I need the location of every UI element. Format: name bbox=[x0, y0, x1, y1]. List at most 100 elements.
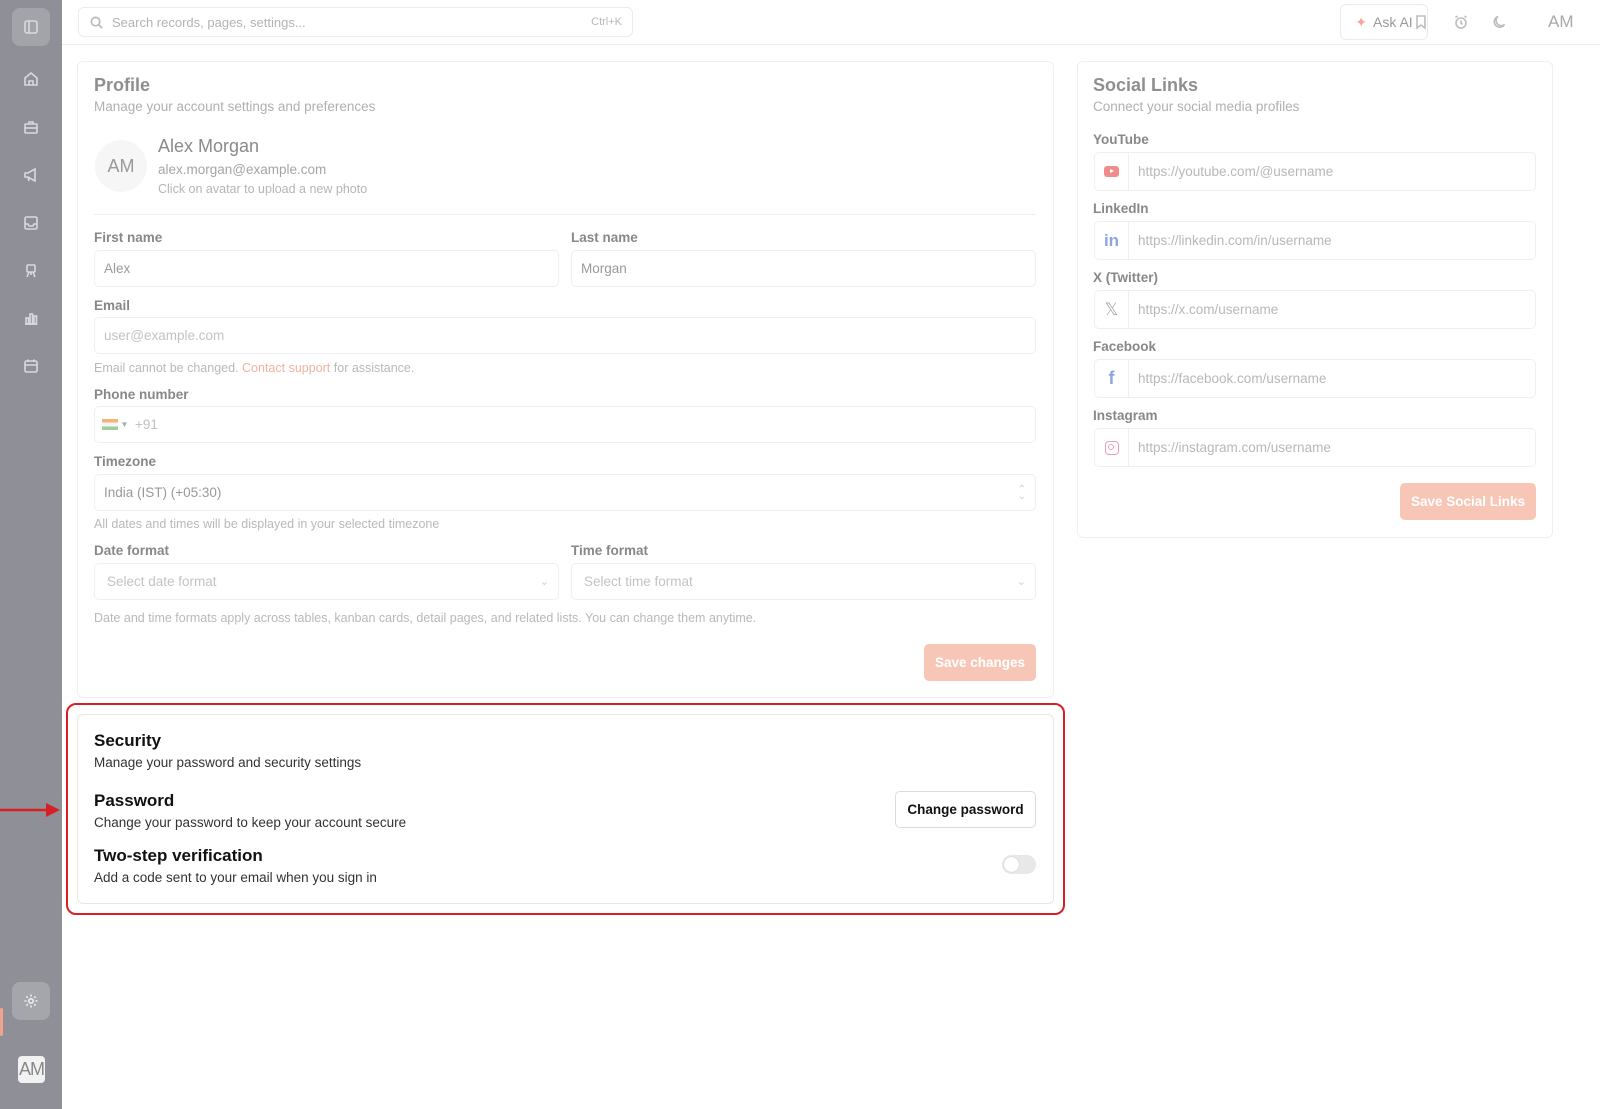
password-subtitle: Change your password to keep your accoun… bbox=[94, 815, 407, 830]
search-input[interactable]: Search records, pages, settings... Ctrl+… bbox=[78, 7, 633, 37]
profile-email: alex.morgan@example.com bbox=[158, 162, 327, 177]
sparkle-icon: ✦ bbox=[1355, 13, 1368, 30]
linkedin-icon: in bbox=[1095, 222, 1129, 259]
divider bbox=[94, 214, 1036, 215]
time-format-label: Time format bbox=[571, 543, 649, 558]
timezone-value: India (IST) (+05:30) bbox=[104, 485, 222, 500]
facebook-label: Facebook bbox=[1093, 339, 1157, 354]
moon-icon bbox=[1493, 15, 1506, 28]
avatar-hint: Click on avatar to upload a new photo bbox=[158, 182, 368, 196]
sidebar-item-settings[interactable] bbox=[12, 982, 50, 1020]
arrow-right-icon bbox=[0, 803, 60, 817]
chevron-down-icon: ⌄ bbox=[539, 576, 549, 588]
date-format-label: Date format bbox=[94, 543, 170, 558]
phone-input[interactable]: ▼ +91 bbox=[94, 406, 1036, 443]
easel-icon bbox=[26, 264, 36, 278]
panel-toggle-button[interactable] bbox=[12, 8, 50, 46]
first-name-label: First name bbox=[94, 230, 163, 245]
timezone-select[interactable]: India (IST) (+05:30) ⌃ ⌄ bbox=[94, 474, 1036, 511]
twostep-subtitle: Add a code sent to your email when you s… bbox=[94, 870, 377, 885]
save-social-links-button[interactable]: Save Social Links bbox=[1400, 483, 1536, 520]
linkedin-input[interactable]: in https://linkedin.com/in/username bbox=[1094, 221, 1536, 260]
youtube-icon-box bbox=[1095, 153, 1129, 190]
twitter-label: X (Twitter) bbox=[1093, 270, 1158, 285]
chevron-updown-icon: ⌃ ⌄ bbox=[1017, 483, 1026, 502]
user-menu[interactable]: AM bbox=[1548, 12, 1574, 32]
password-title: Password bbox=[94, 791, 175, 810]
contact-support-link[interactable]: Contact support bbox=[242, 361, 330, 375]
timezone-label: Timezone bbox=[94, 454, 157, 469]
email-field: user@example.com bbox=[94, 317, 1036, 354]
twitter-placeholder: https://x.com/username bbox=[1138, 302, 1279, 317]
time-format-placeholder: Select time format bbox=[584, 574, 693, 589]
india-flag-icon bbox=[101, 419, 118, 430]
linkedin-label: LinkedIn bbox=[1093, 201, 1149, 216]
bar-chart-icon bbox=[25, 313, 38, 325]
user-avatar[interactable]: AM bbox=[18, 1056, 45, 1083]
sidebar-item-presentations[interactable] bbox=[12, 252, 50, 290]
profile-avatar[interactable]: AM bbox=[95, 140, 147, 192]
sidebar: AM bbox=[0, 0, 62, 1109]
theme-toggle-button[interactable] bbox=[1490, 12, 1510, 32]
toggle-knob bbox=[1004, 857, 1019, 872]
ask-ai-label: Ask AI bbox=[1373, 14, 1413, 30]
security-subtitle: Manage your password and security settin… bbox=[94, 755, 362, 770]
home-icon bbox=[24, 71, 38, 86]
youtube-placeholder: https://youtube.com/@username bbox=[1138, 164, 1334, 179]
search-icon bbox=[90, 16, 103, 29]
email-hint: Email cannot be changed. Contact support… bbox=[94, 361, 414, 375]
youtube-icon bbox=[1104, 166, 1119, 177]
time-format-select[interactable]: Select time format ⌄ bbox=[571, 563, 1036, 600]
sidebar-item-briefcase[interactable] bbox=[12, 108, 50, 146]
instagram-icon bbox=[1104, 440, 1119, 455]
sidebar-item-campaigns[interactable] bbox=[12, 156, 50, 194]
instagram-icon-box bbox=[1095, 429, 1129, 466]
panel-toggle-icon bbox=[24, 20, 38, 34]
calendar-icon bbox=[24, 359, 38, 373]
briefcase-icon bbox=[24, 121, 38, 134]
country-selector[interactable]: ▼ bbox=[95, 407, 135, 442]
sidebar-item-reports[interactable] bbox=[12, 299, 50, 337]
email-label: Email bbox=[94, 298, 131, 313]
email-hint-prefix: Email cannot be changed. bbox=[94, 361, 239, 375]
inbox-icon bbox=[24, 216, 38, 230]
phone-label: Phone number bbox=[94, 387, 189, 402]
top-bar: Search records, pages, settings... Ctrl+… bbox=[62, 0, 1600, 45]
date-format-select[interactable]: Select date format ⌄ bbox=[94, 563, 559, 600]
sidebar-item-inbox[interactable] bbox=[12, 204, 50, 242]
x-icon: 𝕏 bbox=[1095, 291, 1129, 328]
save-changes-button[interactable]: Save changes bbox=[924, 644, 1036, 681]
format-hint: Date and time formats apply across table… bbox=[94, 611, 757, 625]
twostep-toggle[interactable] bbox=[1002, 855, 1036, 874]
timezone-hint: All dates and times will be displayed in… bbox=[94, 517, 440, 531]
date-format-placeholder: Select date format bbox=[107, 574, 217, 589]
active-indicator bbox=[0, 1008, 3, 1036]
youtube-input[interactable]: https://youtube.com/@username bbox=[1094, 152, 1536, 191]
profile-subtitle: Manage your account settings and prefere… bbox=[94, 99, 376, 114]
sidebar-item-home[interactable] bbox=[12, 60, 50, 98]
facebook-input[interactable]: f https://facebook.com/username bbox=[1094, 359, 1536, 398]
change-password-button[interactable]: Change password bbox=[895, 791, 1036, 828]
facebook-placeholder: https://facebook.com/username bbox=[1138, 371, 1327, 386]
megaphone-icon bbox=[24, 167, 36, 183]
chevron-down-icon: ⌄ bbox=[1016, 576, 1026, 588]
social-subtitle: Connect your social media profiles bbox=[1093, 99, 1300, 114]
bookmark-button[interactable] bbox=[1411, 12, 1431, 32]
youtube-label: YouTube bbox=[1093, 132, 1149, 147]
caret-down-icon: ▼ bbox=[120, 420, 129, 429]
security-title: Security bbox=[94, 731, 162, 750]
first-name-input[interactable]: Alex bbox=[94, 250, 559, 287]
reminder-button[interactable] bbox=[1451, 12, 1471, 32]
sidebar-item-calendar[interactable] bbox=[12, 347, 50, 385]
profile-title: Profile bbox=[94, 75, 151, 95]
phone-code: +91 bbox=[135, 417, 158, 432]
instagram-label: Instagram bbox=[1093, 408, 1158, 423]
last-name-input[interactable]: Morgan bbox=[571, 250, 1036, 287]
twostep-title: Two-step verification bbox=[94, 846, 263, 865]
search-placeholder: Search records, pages, settings... bbox=[112, 14, 306, 30]
twitter-input[interactable]: 𝕏 https://x.com/username bbox=[1094, 290, 1536, 329]
linkedin-placeholder: https://linkedin.com/in/username bbox=[1138, 233, 1332, 248]
instagram-placeholder: https://instagram.com/username bbox=[1138, 440, 1331, 455]
search-shortcut: Ctrl+K bbox=[591, 16, 622, 28]
instagram-input[interactable]: https://instagram.com/username bbox=[1094, 428, 1536, 467]
